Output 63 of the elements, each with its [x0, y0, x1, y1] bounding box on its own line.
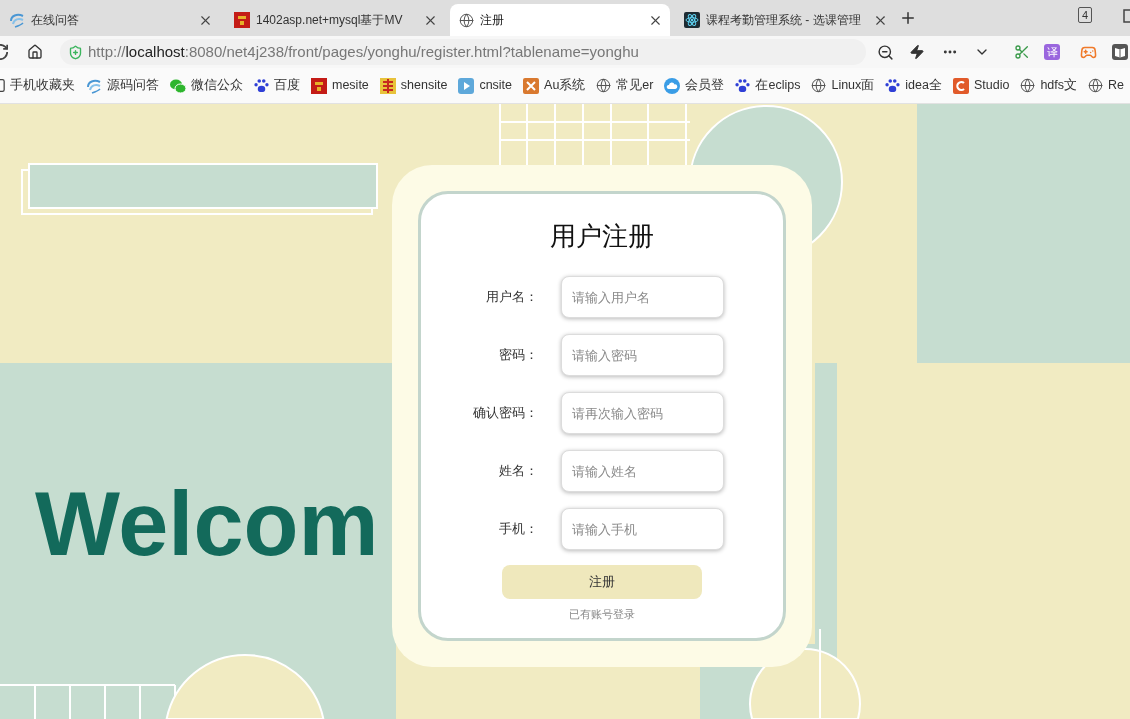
field-label: 用户名： [485, 288, 538, 307]
field-label: 密码： [498, 346, 538, 365]
bookmark-item[interactable]: 会员登 [664, 76, 725, 95]
book-icon[interactable] [1112, 44, 1128, 60]
zoom-out-icon[interactable] [877, 43, 894, 61]
bookmark-item[interactable]: Au系统 [523, 76, 586, 95]
input-field[interactable]: 请输入用户名 [561, 276, 724, 318]
input-field[interactable]: 请输入手机 [561, 508, 724, 550]
new-tab-icon[interactable] [899, 9, 917, 27]
tab-count-button[interactable]: 4 [1078, 7, 1092, 23]
globe-icon [596, 78, 612, 93]
bookmark-item[interactable]: 常见er [596, 76, 654, 95]
bookmark-item[interactable]: 源码问答 [86, 76, 159, 95]
tile-icon [234, 12, 250, 28]
tile-icon [523, 77, 540, 94]
input-field[interactable]: 请输入密码 [561, 334, 724, 376]
globe-icon [459, 12, 474, 28]
bookmark-item[interactable]: Studio [952, 76, 1010, 95]
paw-icon [735, 78, 751, 93]
bookmark-item[interactable]: idea全 [885, 76, 942, 95]
address-field[interactable]: http://localhost:8080/net4j238/front/pages/yonghu/register.html?tablename=yonghu [60, 39, 866, 65]
shield-icon [68, 44, 83, 60]
bookmark-item[interactable]: cnsite [458, 76, 513, 95]
square-outline-icon [0, 78, 5, 93]
chat-bubble-icon [170, 77, 186, 94]
bookmark-item[interactable]: 在eclips [735, 76, 801, 95]
login-link[interactable]: 已有账号登录 [569, 607, 635, 621]
globe-icon [1088, 78, 1104, 93]
bookmark-item[interactable]: 微信公众 [170, 76, 243, 95]
play-icon [458, 77, 475, 94]
window-icon[interactable] [1122, 9, 1130, 23]
bookmark-item[interactable]: shensite [379, 76, 448, 95]
form-title: 用户注册 [550, 221, 654, 251]
input-field[interactable]: 请再次输入密码 [561, 392, 724, 434]
field-label: 确认密码： [472, 404, 538, 423]
translate-button[interactable]: 译 [1044, 44, 1060, 60]
tile-icon [379, 77, 396, 94]
arc-logo-icon [952, 77, 969, 94]
cloud-icon [664, 77, 681, 94]
globe-icon [811, 78, 827, 93]
swirl-icon [9, 12, 25, 28]
paw-icon [885, 78, 901, 93]
tile-icon [311, 77, 327, 94]
input-field[interactable]: 请输入姓名 [561, 450, 724, 492]
home-icon[interactable] [27, 44, 43, 60]
bookmark-item[interactable]: hdfs文 [1020, 76, 1078, 95]
register-button[interactable]: 注册 [502, 565, 702, 599]
lightning-icon[interactable] [909, 44, 925, 60]
bookmark-item[interactable]: Re [1088, 76, 1125, 95]
swirl-icon [86, 77, 102, 94]
bookmark-item[interactable]: 百度 [254, 76, 300, 95]
field-label: 姓名： [498, 462, 538, 481]
reload-icon[interactable] [0, 44, 8, 60]
field-label: 手机： [498, 520, 538, 539]
browser-tab[interactable]: 注册 [450, 4, 670, 36]
bookmark-item[interactable]: mesite [311, 76, 369, 95]
paw-icon [254, 78, 269, 93]
bookmark-item[interactable]: 手机收藏夹 [0, 76, 75, 95]
scissors-icon[interactable] [1014, 44, 1030, 60]
globe-icon [1020, 78, 1036, 93]
atom-icon [684, 12, 700, 28]
welcome-text: Welcom [35, 479, 379, 569]
bookmark-item[interactable]: Linux面 [811, 76, 875, 95]
